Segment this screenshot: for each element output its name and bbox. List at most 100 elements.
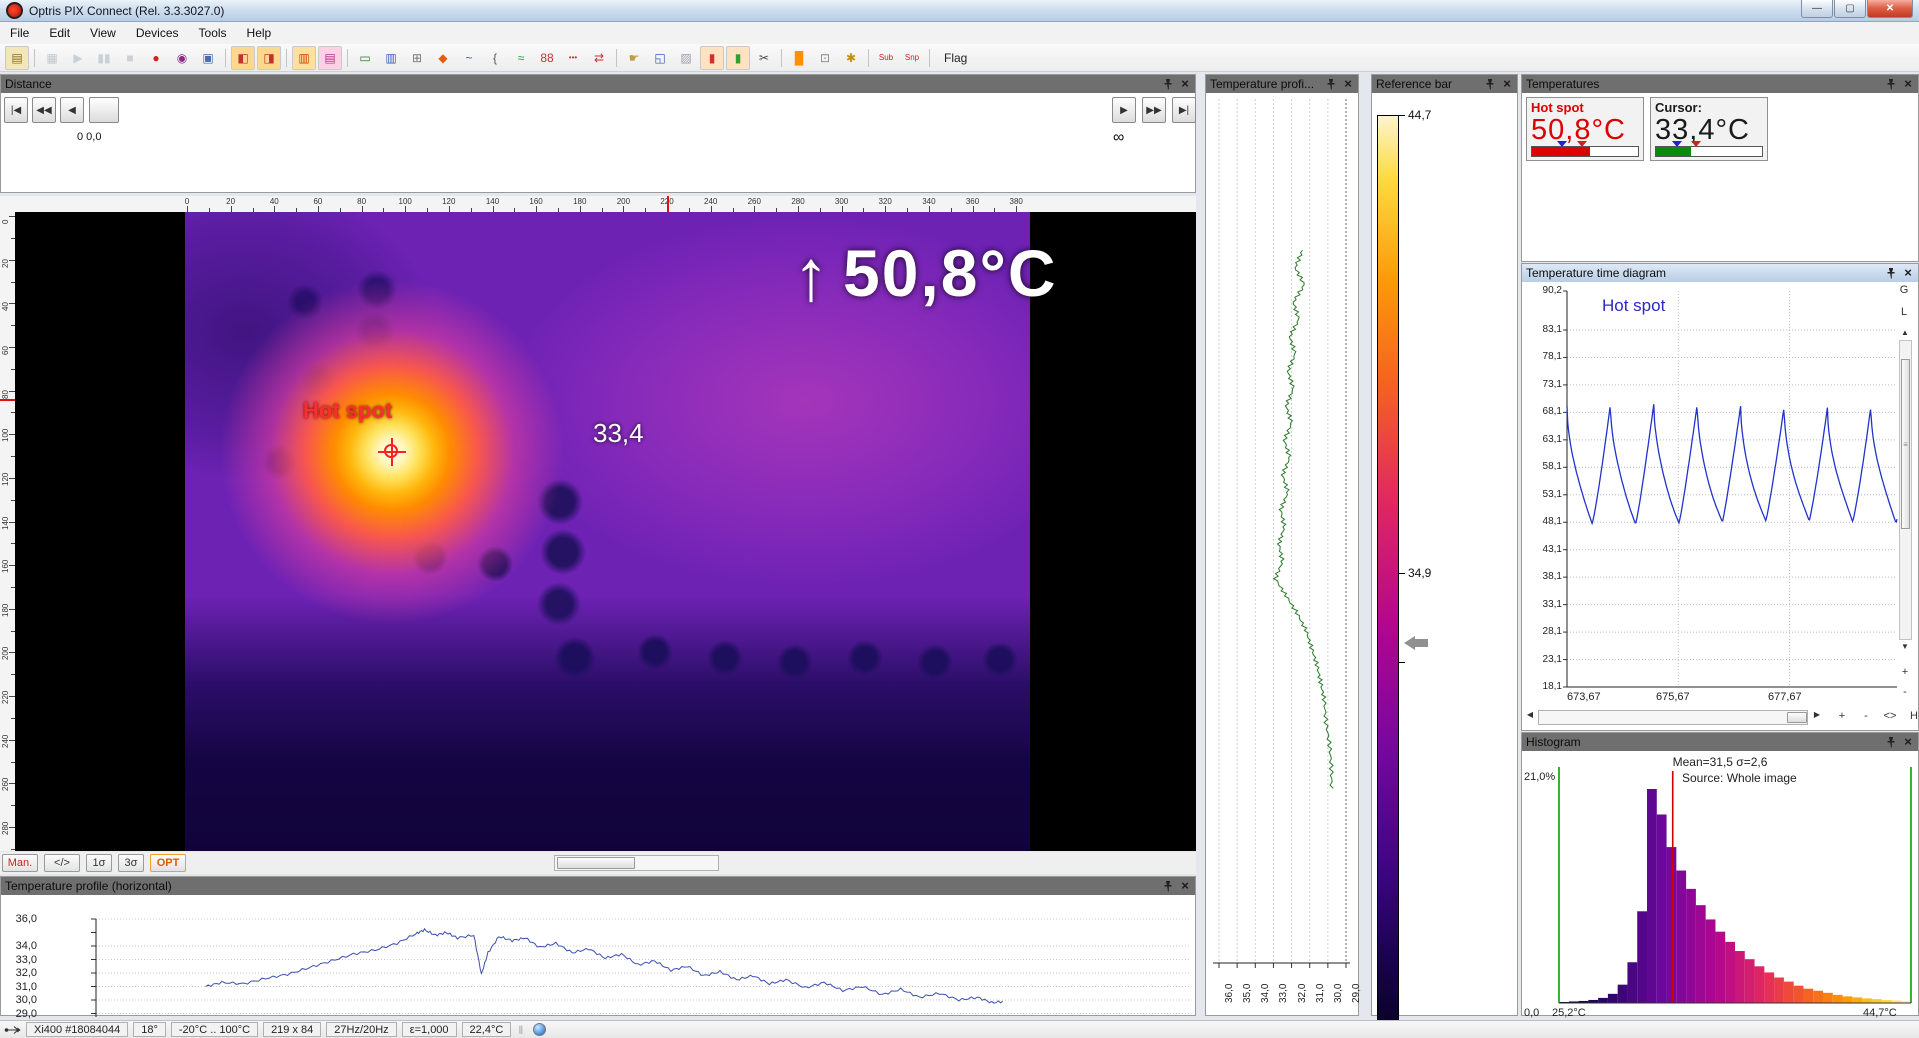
image-scrollbar-thumb[interactable]	[557, 857, 635, 869]
temperatures-body: Hot spot50,8°CCursor:33,4°C	[1522, 93, 1918, 261]
y-zoom-out-button[interactable]: -	[1898, 686, 1912, 698]
menu-item-edit[interactable]: Edit	[39, 23, 80, 43]
vertical-ruler: 020406080100120140160180200220240260280	[0, 212, 16, 851]
profile-icon[interactable]: ~	[457, 46, 481, 70]
minimize-button[interactable]: —	[1801, 0, 1833, 18]
pin-icon[interactable]	[1885, 736, 1897, 748]
fullscreen-icon[interactable]: ◱	[648, 46, 672, 70]
settings-icon[interactable]: ✱	[839, 46, 863, 70]
distance-nav-next-button[interactable]: ▶	[1112, 97, 1136, 123]
hand-icon[interactable]: ☛	[622, 46, 646, 70]
distance-nav-prev-button[interactable]: ◀	[60, 97, 84, 123]
temperature-tile-bar	[1655, 146, 1763, 157]
distance-nav-rewind-button[interactable]: ◀◀	[32, 97, 56, 123]
time-diagram-y-tick: 58,1	[1522, 461, 1562, 472]
flame-icon[interactable]: ◆	[431, 46, 455, 70]
time-diagram-legend: Hot spot	[1602, 296, 1665, 316]
snapshot-icon[interactable]: ◉	[170, 46, 194, 70]
menu-item-help[interactable]: Help	[237, 23, 282, 43]
image-icon[interactable]: ▨	[674, 46, 698, 70]
image-control-1-button[interactable]: 1σ	[86, 854, 112, 872]
image-control-opt-button[interactable]: OPT	[150, 854, 186, 872]
distance-nav-last-button[interactable]: ▶|	[1172, 97, 1196, 123]
alarm-high-icon[interactable]: ▮	[726, 46, 750, 70]
pin-icon[interactable]	[1885, 78, 1897, 90]
isotherm-icon[interactable]: ▤	[318, 46, 342, 70]
stop-icon[interactable]: ■	[118, 46, 142, 70]
screen-icon[interactable]: ⊡	[813, 46, 837, 70]
hscroll-right-button[interactable]: ▶	[1810, 710, 1824, 719]
time-diagram-y-tick: 28,1	[1522, 626, 1562, 637]
image-scrollbar[interactable]	[554, 855, 719, 871]
ir-canvas[interactable]: Hot spot 33,4 ↑ 50,8°C	[15, 212, 1196, 851]
image-control-man-button[interactable]: Man.	[2, 854, 38, 872]
grid-toggle-label[interactable]: G	[1896, 284, 1912, 296]
time-diagram-chart: 90,283,178,173,168,163,158,153,148,143,1…	[1522, 282, 1918, 730]
distance-nav-first-button[interactable]: |◀	[4, 97, 28, 123]
palette-icon[interactable]: ▥	[292, 46, 316, 70]
maximize-button[interactable]: ▢	[1834, 0, 1866, 18]
time-diagram-vscrollbar-thumb[interactable]: ≡	[1901, 359, 1910, 529]
menu-item-file[interactable]: File	[0, 23, 39, 43]
gradient-icon[interactable]: █	[787, 46, 811, 70]
reference-bar-header: Reference bar ×	[1372, 75, 1517, 93]
open-layout-icon[interactable]: ◨	[257, 46, 281, 70]
play-icon[interactable]: ▶	[66, 46, 90, 70]
time-diagram-hscrollbar[interactable]	[1538, 710, 1808, 725]
profile-horizontal-y-tick: 33,0	[3, 954, 37, 966]
ir-image[interactable]: Hot spot 33,4 ↑ 50,8°C	[185, 212, 1030, 851]
legend-toggle-label[interactable]: L	[1896, 306, 1912, 318]
hscroll-left-button[interactable]: ◀	[1523, 710, 1537, 719]
menu-item-devices[interactable]: Devices	[126, 23, 189, 43]
time-diagram-hscrollbar-thumb[interactable]	[1787, 712, 1807, 723]
close-icon[interactable]: ×	[1179, 880, 1191, 892]
pin-icon[interactable]	[1885, 267, 1897, 279]
close-icon[interactable]: ×	[1902, 267, 1914, 279]
scissors-icon[interactable]: ✂	[752, 46, 776, 70]
close-icon[interactable]: ×	[1342, 78, 1354, 90]
alarm-low-icon[interactable]: ▮	[700, 46, 724, 70]
pin-icon[interactable]	[1162, 880, 1174, 892]
subtract-frame-icon[interactable]: Sub	[874, 46, 898, 70]
open-file-icon[interactable]: ▤	[5, 46, 29, 70]
time-diagram-vscrollbar[interactable]: ≡	[1899, 340, 1912, 640]
dots-icon[interactable]: •••	[561, 46, 585, 70]
app-window: Optris PIX Connect (Rel. 3.3.3027.0) — ▢…	[0, 0, 1919, 1038]
range-icon[interactable]: ⇄	[587, 46, 611, 70]
measure-area-icon[interactable]: ⊞	[405, 46, 429, 70]
temperatures-title: Temperatures	[1526, 77, 1880, 91]
digital-display-icon[interactable]: ▭	[353, 46, 377, 70]
record-icon[interactable]: ●	[144, 46, 168, 70]
brace-icon[interactable]: {	[483, 46, 507, 70]
x-zoom-button-+[interactable]: +	[1832, 710, 1852, 722]
distance-slider-thumb[interactable]	[89, 97, 119, 123]
close-icon[interactable]: ×	[1902, 736, 1914, 748]
pause-icon[interactable]: ▮▮	[92, 46, 116, 70]
new-layout-icon[interactable]: ◧	[231, 46, 255, 70]
close-button[interactable]: ✕	[1867, 0, 1913, 18]
image-control--button[interactable]: </>	[44, 854, 80, 872]
pin-icon[interactable]	[1162, 78, 1174, 90]
distance-nav-forward-button[interactable]: ▶▶	[1142, 97, 1166, 123]
image-control-3-button[interactable]: 3σ	[118, 854, 144, 872]
pin-icon[interactable]	[1325, 78, 1337, 90]
close-icon[interactable]: ×	[1902, 78, 1914, 90]
menu-item-tools[interactable]: Tools	[189, 23, 237, 43]
diagram-icon[interactable]: ≈	[509, 46, 533, 70]
x-zoom-button-H[interactable]: H	[1904, 710, 1919, 722]
vscroll-down-button[interactable]: ▼	[1898, 642, 1912, 651]
vscroll-up-button[interactable]: ▲	[1898, 328, 1912, 337]
x-zoom-button--[interactable]: -	[1856, 710, 1876, 722]
menu-item-view[interactable]: View	[80, 23, 126, 43]
save-icon[interactable]: ▦	[40, 46, 64, 70]
bar-display-icon[interactable]: ▥	[379, 46, 403, 70]
digits-icon[interactable]: 88	[535, 46, 559, 70]
close-icon[interactable]: ×	[1179, 78, 1191, 90]
copy-icon[interactable]: ▣	[196, 46, 220, 70]
flag-toggle-button[interactable]: Flag	[934, 49, 977, 67]
y-zoom-in-button[interactable]: +	[1898, 666, 1912, 678]
x-zoom-button-fit[interactable]: <>	[1880, 710, 1900, 722]
pin-icon[interactable]	[1484, 78, 1496, 90]
close-icon[interactable]: ×	[1501, 78, 1513, 90]
snapshot-frame-icon[interactable]: Snp	[900, 46, 924, 70]
